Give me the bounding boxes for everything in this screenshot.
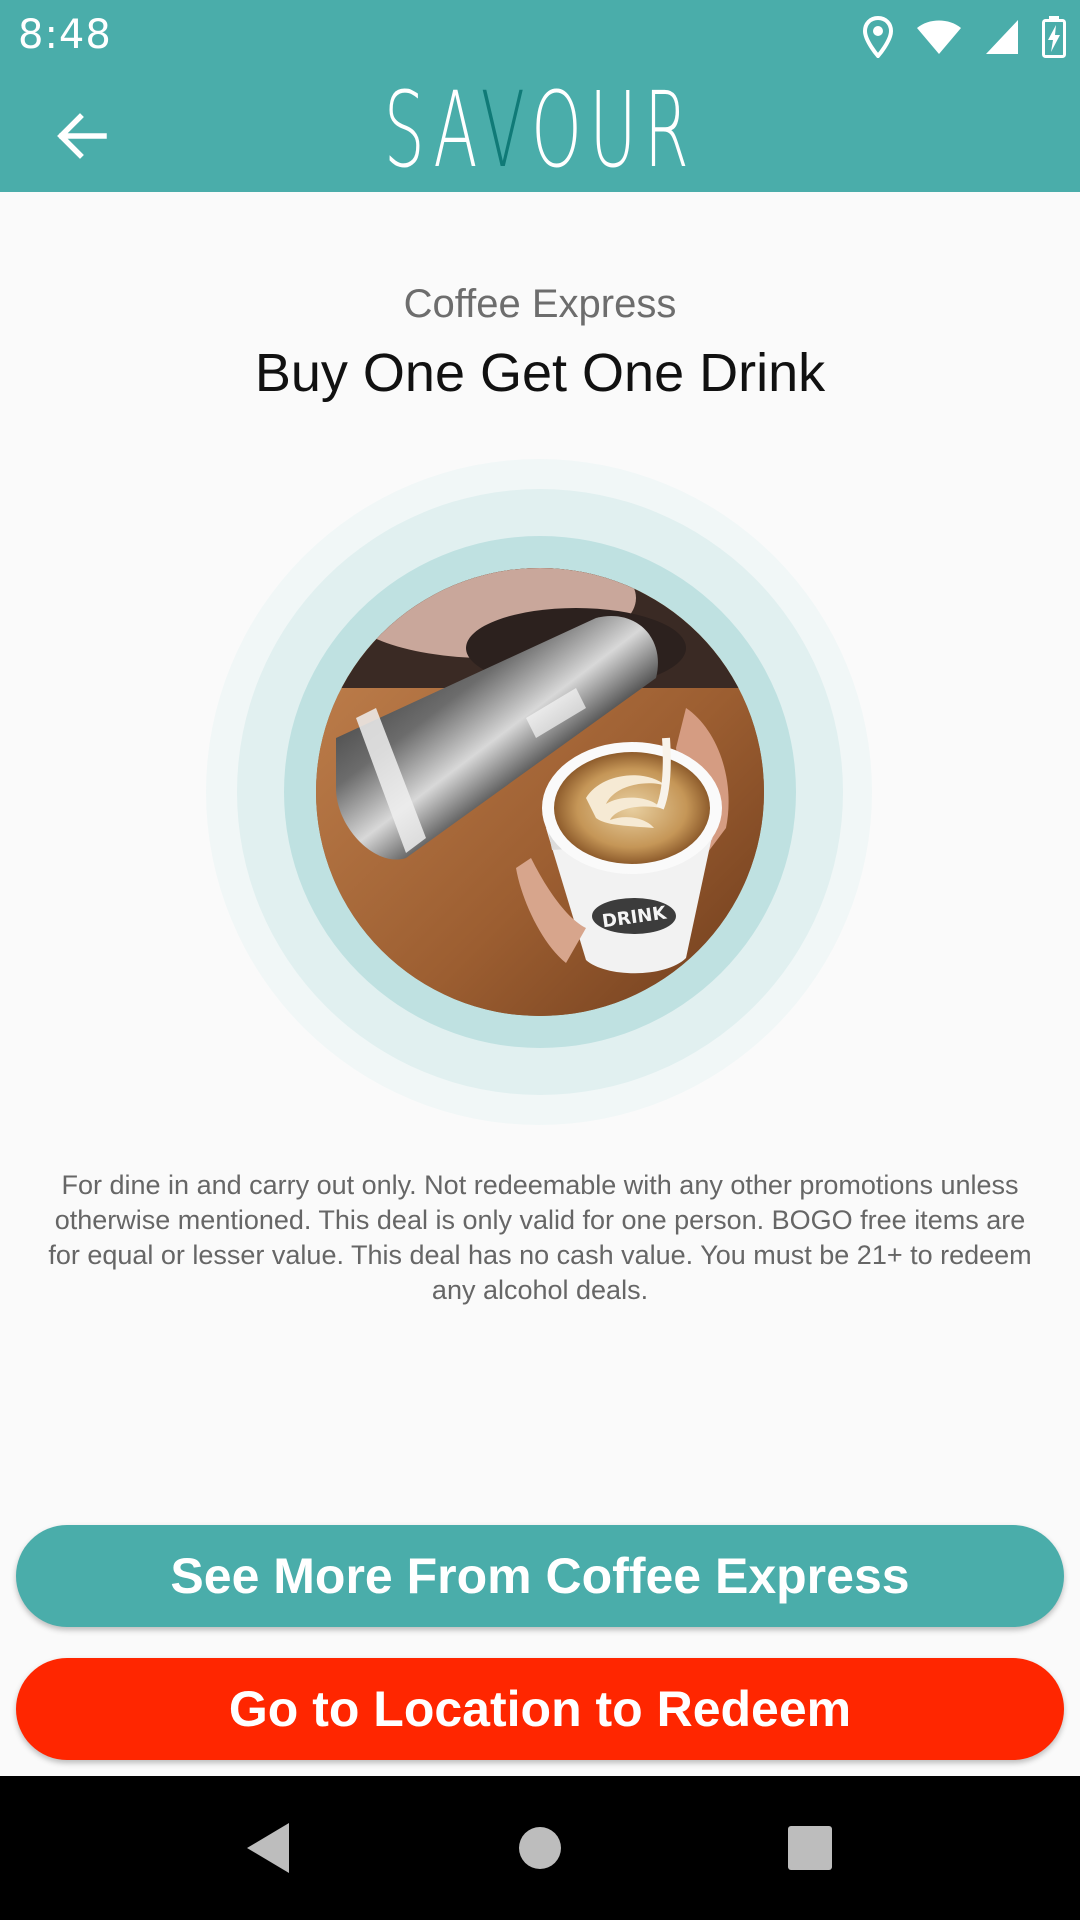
deal-terms: For dine in and carry out only. Not rede…	[48, 1170, 1032, 1305]
system-nav-bar	[0, 1776, 1080, 1920]
cell-signal-icon	[986, 20, 1018, 54]
arrow-left-icon	[57, 113, 107, 159]
nav-recents-icon	[788, 1826, 832, 1870]
app-bar: 8:48 SAVOUR	[0, 0, 1080, 192]
nav-back-icon	[247, 1823, 289, 1873]
status-time: 8:48	[18, 12, 112, 58]
see-more-button[interactable]: See More From Coffee Express	[16, 1525, 1064, 1627]
merchant-name: Coffee Express	[403, 282, 677, 326]
logo-text-start: SA	[383, 69, 481, 191]
location-icon	[862, 16, 894, 58]
back-button[interactable]	[44, 98, 120, 174]
nav-recents-button[interactable]	[768, 1806, 852, 1890]
logo-text-end: OUR	[531, 69, 697, 191]
battery-charging-icon	[1042, 16, 1066, 58]
redeem-button[interactable]: Go to Location to Redeem	[16, 1658, 1064, 1760]
app-logo: SAVOUR	[205, 78, 875, 182]
logo-text-accent: V	[480, 69, 532, 191]
deal-title: Buy One Get One Drink	[254, 343, 826, 403]
nav-home-icon	[519, 1827, 561, 1869]
wifi-icon	[917, 20, 961, 54]
nav-back-button[interactable]	[226, 1806, 310, 1890]
nav-home-button[interactable]	[498, 1806, 582, 1890]
latte-art-photo-icon: DRINK	[316, 568, 764, 1016]
deal-detail-screen: 8:48 SAVOUR Coffee Express Buy One Get O…	[0, 0, 1080, 1920]
status-icons	[862, 14, 1066, 60]
deal-image: DRINK	[316, 568, 764, 1016]
